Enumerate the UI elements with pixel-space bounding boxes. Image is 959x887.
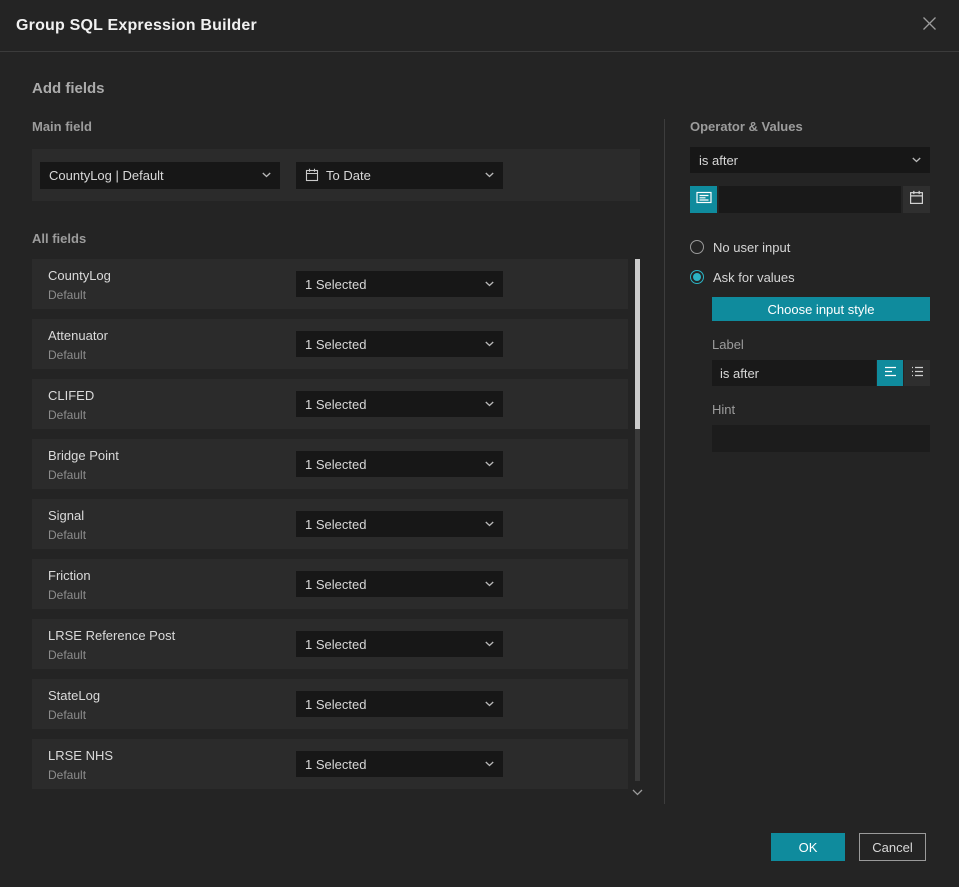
list-icon [911, 364, 924, 382]
chevron-down-icon [912, 157, 921, 163]
scrollbar-thumb[interactable] [635, 259, 640, 429]
hint-input[interactable] [712, 425, 930, 452]
field-row: CountyLog Default 1 Selected [32, 259, 628, 309]
group-sql-expression-builder-dialog: Group SQL Expression Builder Add fields … [0, 0, 959, 887]
chevron-down-icon [485, 761, 494, 767]
label-input-row [712, 360, 930, 386]
keyboard-icon [695, 191, 712, 209]
selected-count-label: 1 Selected [305, 636, 367, 652]
chevron-down-icon [485, 581, 494, 587]
main-field-label: Main field [32, 119, 92, 134]
chevron-down-icon [485, 281, 494, 287]
calendar-icon [305, 168, 319, 182]
dialog-footer: OK Cancel [771, 833, 926, 861]
operator-values-column: Operator & Values is after No user input… [690, 119, 930, 804]
dialog-title: Group SQL Expression Builder [16, 16, 257, 34]
selected-count-label: 1 Selected [305, 456, 367, 472]
manual-input-toggle-button[interactable] [690, 186, 717, 213]
field-selected-dropdown[interactable]: 1 Selected [296, 571, 503, 597]
selected-count-label: 1 Selected [305, 756, 367, 772]
date-field-dropdown-value: To Date [326, 167, 371, 183]
field-row: Attenuator Default 1 Selected [32, 319, 628, 369]
selected-count-label: 1 Selected [305, 336, 367, 352]
date-value-input[interactable] [719, 186, 901, 213]
field-row: LRSE NHS Default 1 Selected [32, 739, 628, 789]
scroll-down-icon[interactable] [632, 783, 643, 801]
add-fields-heading: Add fields [32, 80, 105, 97]
ok-button[interactable]: OK [771, 833, 845, 861]
radio-ask-for-values[interactable]: Ask for values [690, 267, 930, 287]
field-selected-dropdown[interactable]: 1 Selected [296, 691, 503, 717]
field-row: StateLog Default 1 Selected [32, 679, 628, 729]
operator-dropdown[interactable]: is after [690, 147, 930, 173]
chevron-down-icon [485, 172, 494, 178]
label-input[interactable] [712, 360, 876, 386]
radio-no-user-input[interactable]: No user input [690, 237, 930, 257]
chevron-down-icon [485, 641, 494, 647]
field-selected-dropdown[interactable]: 1 Selected [296, 511, 503, 537]
dialog-content: Add fields Main field CountyLog | Defaul… [0, 52, 959, 804]
fields-column: Main field CountyLog | Default To Date A… [32, 119, 643, 804]
radio-selected-icon [690, 270, 704, 284]
calendar-icon [909, 190, 924, 210]
field-selected-dropdown[interactable]: 1 Selected [296, 631, 503, 657]
hint-field-label: Hint [712, 402, 736, 417]
selected-count-label: 1 Selected [305, 396, 367, 412]
selected-count-label: 1 Selected [305, 276, 367, 292]
field-selected-dropdown[interactable]: 1 Selected [296, 271, 503, 297]
input-style-text-toggle[interactable] [877, 360, 903, 386]
input-style-list-toggle[interactable] [904, 360, 930, 386]
all-fields-list-container: CountyLog Default 1 Selected Attenuator … [32, 259, 643, 796]
main-field-panel: CountyLog | Default To Date [32, 149, 640, 201]
selected-count-label: 1 Selected [305, 576, 367, 592]
field-row: LRSE Reference Post Default 1 Selected [32, 619, 628, 669]
date-value-row [690, 186, 930, 213]
dialog-header: Group SQL Expression Builder [0, 0, 959, 52]
list-scrollbar[interactable] [635, 259, 640, 781]
radio-no-user-input-label: No user input [713, 239, 791, 255]
main-field-dropdown[interactable]: CountyLog | Default [40, 161, 280, 189]
align-left-icon [884, 364, 897, 382]
column-divider [664, 119, 665, 804]
operator-values-label: Operator & Values [690, 119, 803, 134]
main-field-dropdown-value: CountyLog | Default [49, 167, 164, 183]
all-fields-label: All fields [32, 231, 87, 246]
all-fields-list: CountyLog Default 1 Selected Attenuator … [32, 259, 628, 789]
chevron-down-icon [262, 172, 271, 178]
chevron-down-icon [485, 701, 494, 707]
field-row: CLIFED Default 1 Selected [32, 379, 628, 429]
user-input-radio-group: No user input Ask for values [690, 237, 930, 287]
field-selected-dropdown[interactable]: 1 Selected [296, 391, 503, 417]
close-icon [921, 15, 938, 37]
chevron-down-icon [485, 341, 494, 347]
choose-input-style-button[interactable]: Choose input style [712, 297, 930, 321]
close-button[interactable] [917, 14, 941, 38]
field-row: Bridge Point Default 1 Selected [32, 439, 628, 489]
radio-unselected-icon [690, 240, 704, 254]
field-row: Friction Default 1 Selected [32, 559, 628, 609]
operator-dropdown-value: is after [699, 152, 739, 168]
date-picker-button[interactable] [903, 186, 930, 213]
date-field-dropdown[interactable]: To Date [296, 161, 503, 189]
chevron-down-icon [485, 461, 494, 467]
field-selected-dropdown[interactable]: 1 Selected [296, 331, 503, 357]
label-field-label: Label [712, 337, 744, 352]
ask-for-values-options: Choose input style Label is after Hint [712, 297, 930, 452]
field-selected-dropdown[interactable]: 1 Selected [296, 451, 503, 477]
selected-count-label: 1 Selected [305, 516, 367, 532]
cancel-button[interactable]: Cancel [859, 833, 926, 861]
radio-ask-for-values-label: Ask for values [713, 269, 795, 285]
field-row: Signal Default 1 Selected [32, 499, 628, 549]
field-selected-dropdown[interactable]: 1 Selected [296, 751, 503, 777]
chevron-down-icon [485, 401, 494, 407]
chevron-down-icon [485, 521, 494, 527]
selected-count-label: 1 Selected [305, 696, 367, 712]
